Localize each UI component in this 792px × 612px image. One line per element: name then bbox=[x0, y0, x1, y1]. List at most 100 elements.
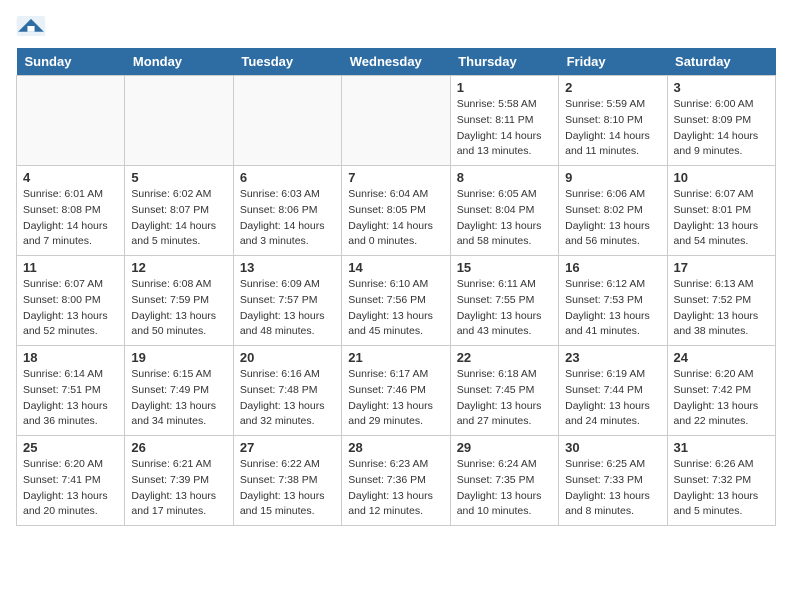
day-info: Sunrise: 6:12 AMSunset: 7:53 PMDaylight:… bbox=[565, 277, 660, 340]
day-number: 22 bbox=[457, 350, 552, 365]
day-number: 30 bbox=[565, 440, 660, 455]
calendar-cell: 20 Sunrise: 6:16 AMSunset: 7:48 PMDayligh… bbox=[233, 346, 341, 436]
day-number: 24 bbox=[674, 350, 769, 365]
logo bbox=[16, 16, 50, 36]
day-info: Sunrise: 6:17 AMSunset: 7:46 PMDaylight:… bbox=[348, 367, 443, 430]
calendar-cell: 8 Sunrise: 6:05 AMSunset: 8:04 PMDaylight… bbox=[450, 166, 558, 256]
day-number: 18 bbox=[23, 350, 118, 365]
calendar-cell: 10 Sunrise: 6:07 AMSunset: 8:01 PMDayligh… bbox=[667, 166, 775, 256]
day-number: 31 bbox=[674, 440, 769, 455]
calendar-cell: 13 Sunrise: 6:09 AMSunset: 7:57 PMDayligh… bbox=[233, 256, 341, 346]
day-info: Sunrise: 6:26 AMSunset: 7:32 PMDaylight:… bbox=[674, 457, 769, 520]
weekday-header-monday: Monday bbox=[125, 48, 233, 76]
day-number: 12 bbox=[131, 260, 226, 275]
calendar-cell: 30 Sunrise: 6:25 AMSunset: 7:33 PMDayligh… bbox=[559, 436, 667, 526]
day-number: 21 bbox=[348, 350, 443, 365]
day-info: Sunrise: 6:23 AMSunset: 7:36 PMDaylight:… bbox=[348, 457, 443, 520]
calendar-cell: 25 Sunrise: 6:20 AMSunset: 7:41 PMDayligh… bbox=[17, 436, 125, 526]
day-info: Sunrise: 6:04 AMSunset: 8:05 PMDaylight:… bbox=[348, 187, 443, 250]
day-number: 29 bbox=[457, 440, 552, 455]
calendar-cell: 1Sunrise: 5:58 AMSunset: 8:11 PMDaylight… bbox=[450, 76, 558, 166]
calendar-cell: 12 Sunrise: 6:08 AMSunset: 7:59 PMDayligh… bbox=[125, 256, 233, 346]
day-number: 1 bbox=[457, 80, 552, 95]
day-info: Sunrise: 6:22 AMSunset: 7:38 PMDaylight:… bbox=[240, 457, 335, 520]
day-info: Sunrise: 6:07 AMSunset: 8:01 PMDaylight:… bbox=[674, 187, 769, 250]
calendar-cell: 18 Sunrise: 6:14 AMSunset: 7:51 PMDayligh… bbox=[17, 346, 125, 436]
day-info: Sunrise: 6:07 AMSunset: 8:00 PMDaylight:… bbox=[23, 277, 118, 340]
day-number: 23 bbox=[565, 350, 660, 365]
day-number: 8 bbox=[457, 170, 552, 185]
day-number: 7 bbox=[348, 170, 443, 185]
day-info: Sunrise: 6:05 AMSunset: 8:04 PMDaylight:… bbox=[457, 187, 552, 250]
weekday-header-saturday: Saturday bbox=[667, 48, 775, 76]
day-number: 11 bbox=[23, 260, 118, 275]
calendar-cell: 26 Sunrise: 6:21 AMSunset: 7:39 PMDayligh… bbox=[125, 436, 233, 526]
day-info: Sunrise: 6:18 AMSunset: 7:45 PMDaylight:… bbox=[457, 367, 552, 430]
day-number: 6 bbox=[240, 170, 335, 185]
calendar-cell: 19Sunrise: 6:15 AMSunset: 7:49 PMDayligh… bbox=[125, 346, 233, 436]
calendar-cell bbox=[233, 76, 341, 166]
calendar-cell bbox=[342, 76, 450, 166]
weekday-header-friday: Friday bbox=[559, 48, 667, 76]
calendar-cell: 31 Sunrise: 6:26 AMSunset: 7:32 PMDayligh… bbox=[667, 436, 775, 526]
calendar-cell: 6 Sunrise: 6:03 AMSunset: 8:06 PMDaylight… bbox=[233, 166, 341, 256]
day-info: Sunrise: 6:01 AMSunset: 8:08 PMDaylight:… bbox=[23, 187, 118, 250]
calendar-cell: 2 Sunrise: 5:59 AMSunset: 8:10 PMDaylight… bbox=[559, 76, 667, 166]
day-info: Sunrise: 6:09 AMSunset: 7:57 PMDaylight:… bbox=[240, 277, 335, 340]
day-info: Sunrise: 6:21 AMSunset: 7:39 PMDaylight:… bbox=[131, 457, 226, 520]
day-info: Sunrise: 6:20 AMSunset: 7:41 PMDaylight:… bbox=[23, 457, 118, 520]
day-info: Sunrise: 6:00 AMSunset: 8:09 PMDaylight:… bbox=[674, 97, 769, 160]
day-info: Sunrise: 6:06 AMSunset: 8:02 PMDaylight:… bbox=[565, 187, 660, 250]
weekday-header-thursday: Thursday bbox=[450, 48, 558, 76]
day-number: 27 bbox=[240, 440, 335, 455]
day-number: 16 bbox=[565, 260, 660, 275]
calendar-cell: 29 Sunrise: 6:24 AMSunset: 7:35 PMDayligh… bbox=[450, 436, 558, 526]
day-info: Sunrise: 6:24 AMSunset: 7:35 PMDaylight:… bbox=[457, 457, 552, 520]
calendar-cell: 28 Sunrise: 6:23 AMSunset: 7:36 PMDayligh… bbox=[342, 436, 450, 526]
day-number: 10 bbox=[674, 170, 769, 185]
calendar-cell: 21 Sunrise: 6:17 AMSunset: 7:46 PMDayligh… bbox=[342, 346, 450, 436]
calendar-cell bbox=[125, 76, 233, 166]
day-number: 20 bbox=[240, 350, 335, 365]
day-number: 26 bbox=[131, 440, 226, 455]
calendar-cell: 3Sunrise: 6:00 AMSunset: 8:09 PMDaylight… bbox=[667, 76, 775, 166]
day-info: Sunrise: 5:59 AMSunset: 8:10 PMDaylight:… bbox=[565, 97, 660, 160]
day-number: 13 bbox=[240, 260, 335, 275]
day-info: Sunrise: 6:13 AMSunset: 7:52 PMDaylight:… bbox=[674, 277, 769, 340]
day-number: 17 bbox=[674, 260, 769, 275]
day-info: Sunrise: 6:14 AMSunset: 7:51 PMDaylight:… bbox=[23, 367, 118, 430]
day-info: Sunrise: 6:15 AMSunset: 7:49 PMDaylight:… bbox=[131, 367, 226, 430]
calendar-cell: 23 Sunrise: 6:19 AMSunset: 7:44 PMDayligh… bbox=[559, 346, 667, 436]
day-info: Sunrise: 6:19 AMSunset: 7:44 PMDaylight:… bbox=[565, 367, 660, 430]
weekday-header-sunday: Sunday bbox=[17, 48, 125, 76]
day-number: 14 bbox=[348, 260, 443, 275]
logo-icon bbox=[16, 16, 46, 36]
day-number: 9 bbox=[565, 170, 660, 185]
calendar-cell: 9 Sunrise: 6:06 AMSunset: 8:02 PMDaylight… bbox=[559, 166, 667, 256]
day-info: Sunrise: 6:03 AMSunset: 8:06 PMDaylight:… bbox=[240, 187, 335, 250]
calendar-cell: 15Sunrise: 6:11 AMSunset: 7:55 PMDayligh… bbox=[450, 256, 558, 346]
day-number: 5 bbox=[131, 170, 226, 185]
calendar-cell: 16 Sunrise: 6:12 AMSunset: 7:53 PMDayligh… bbox=[559, 256, 667, 346]
day-number: 28 bbox=[348, 440, 443, 455]
calendar-cell: 7 Sunrise: 6:04 AMSunset: 8:05 PMDaylight… bbox=[342, 166, 450, 256]
day-number: 2 bbox=[565, 80, 660, 95]
weekday-header-tuesday: Tuesday bbox=[233, 48, 341, 76]
calendar-cell: 5 Sunrise: 6:02 AMSunset: 8:07 PMDaylight… bbox=[125, 166, 233, 256]
day-info: Sunrise: 6:02 AMSunset: 8:07 PMDaylight:… bbox=[131, 187, 226, 250]
calendar-cell: 11 Sunrise: 6:07 AMSunset: 8:00 PMDayligh… bbox=[17, 256, 125, 346]
day-info: Sunrise: 6:20 AMSunset: 7:42 PMDaylight:… bbox=[674, 367, 769, 430]
calendar-cell: 14 Sunrise: 6:10 AMSunset: 7:56 PMDayligh… bbox=[342, 256, 450, 346]
calendar-cell: 22 Sunrise: 6:18 AMSunset: 7:45 PMDayligh… bbox=[450, 346, 558, 436]
calendar-table: SundayMondayTuesdayWednesdayThursdayFrid… bbox=[16, 48, 776, 526]
day-info: Sunrise: 6:16 AMSunset: 7:48 PMDaylight:… bbox=[240, 367, 335, 430]
day-number: 15 bbox=[457, 260, 552, 275]
day-info: Sunrise: 6:08 AMSunset: 7:59 PMDaylight:… bbox=[131, 277, 226, 340]
day-info: Sunrise: 6:10 AMSunset: 7:56 PMDaylight:… bbox=[348, 277, 443, 340]
weekday-header-wednesday: Wednesday bbox=[342, 48, 450, 76]
calendar-cell: 27 Sunrise: 6:22 AMSunset: 7:38 PMDayligh… bbox=[233, 436, 341, 526]
day-info: Sunrise: 6:25 AMSunset: 7:33 PMDaylight:… bbox=[565, 457, 660, 520]
page-header bbox=[16, 16, 776, 36]
calendar-cell: 24 Sunrise: 6:20 AMSunset: 7:42 PMDayligh… bbox=[667, 346, 775, 436]
day-number: 25 bbox=[23, 440, 118, 455]
